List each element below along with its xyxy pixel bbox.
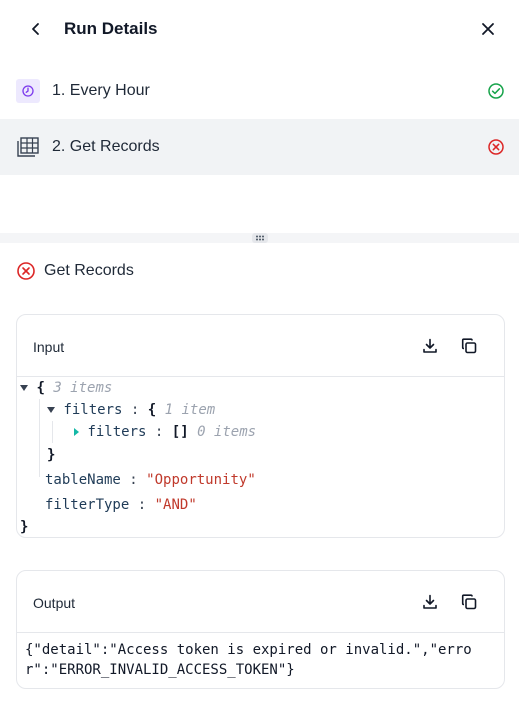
output-panel: Output {"detail":"Access token is expire… bbox=[16, 570, 505, 689]
step-label: 2. Get Records bbox=[52, 138, 160, 155]
error-circle-icon bbox=[17, 262, 35, 280]
input-panel: Input { 3 items filters : { 1 item filte… bbox=[16, 314, 505, 538]
grip-icon bbox=[256, 235, 264, 241]
step-get-records[interactable]: 2. Get Records bbox=[0, 119, 519, 175]
step-label: 1. Every Hour bbox=[52, 82, 150, 99]
json-filters-close: } bbox=[47, 447, 56, 463]
output-panel-title: Output bbox=[33, 595, 76, 611]
page-title: Run Details bbox=[64, 19, 158, 38]
json-key: tableName bbox=[45, 472, 121, 488]
check-circle-icon bbox=[488, 83, 504, 99]
json-key: filterType bbox=[45, 497, 130, 513]
copy-icon bbox=[461, 594, 477, 610]
detail-title: Get Records bbox=[44, 262, 134, 279]
download-icon bbox=[423, 338, 437, 353]
json-item-count: 0 items bbox=[197, 424, 257, 440]
collapse-toggle[interactable] bbox=[47, 407, 55, 413]
detail-status bbox=[16, 261, 36, 281]
tree-guide bbox=[52, 421, 53, 443]
json-root-close: } bbox=[20, 519, 29, 535]
close-icon bbox=[482, 23, 494, 35]
json-root-line: { 3 items bbox=[20, 377, 112, 399]
drag-handle[interactable] bbox=[252, 233, 268, 243]
output-copy-button[interactable] bbox=[458, 591, 480, 613]
output-json-text: {"detail":"Access token is expired or in… bbox=[25, 642, 472, 678]
back-button[interactable] bbox=[26, 19, 46, 39]
json-filtertype-line: filterType : "AND" bbox=[45, 497, 197, 513]
close-button[interactable] bbox=[478, 19, 498, 39]
json-nested-filters-line: filters : [] 0 items bbox=[74, 421, 256, 443]
output-panel-header: Output bbox=[17, 571, 504, 633]
input-panel-title: Input bbox=[33, 339, 65, 355]
json-item-count: 3 items bbox=[53, 380, 113, 396]
copy-icon bbox=[461, 338, 477, 354]
json-tablename-line: tableName : "Opportunity" bbox=[45, 472, 256, 488]
download-icon bbox=[423, 594, 437, 609]
collapse-toggle[interactable] bbox=[20, 385, 28, 391]
input-panel-header: Input bbox=[17, 315, 504, 377]
json-value: "Opportunity" bbox=[146, 472, 256, 488]
header: Run Details bbox=[0, 0, 519, 58]
json-value: [] bbox=[171, 424, 189, 440]
json-key: filters bbox=[63, 402, 123, 418]
input-copy-button[interactable] bbox=[458, 335, 480, 357]
step-every-hour[interactable]: 1. Every Hour bbox=[0, 63, 519, 119]
chevron-left-icon bbox=[32, 23, 39, 35]
clock-icon bbox=[16, 79, 40, 103]
input-download-button[interactable] bbox=[419, 335, 441, 357]
json-filters-line: filters : { 1 item bbox=[47, 399, 215, 421]
json-item-count: 1 item bbox=[164, 402, 216, 418]
json-key: filters bbox=[87, 424, 147, 440]
error-circle-icon bbox=[488, 139, 504, 155]
table-icon bbox=[16, 135, 40, 159]
tree-guide bbox=[39, 399, 40, 477]
output-download-button[interactable] bbox=[419, 591, 441, 613]
json-value: "AND" bbox=[154, 497, 197, 513]
expand-toggle[interactable] bbox=[74, 428, 79, 436]
